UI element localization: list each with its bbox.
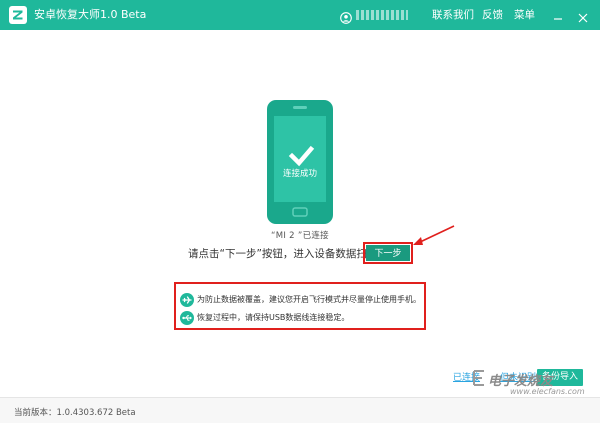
minimize-icon[interactable] xyxy=(552,9,564,21)
usb-icon xyxy=(180,311,194,325)
close-icon[interactable] xyxy=(577,9,589,23)
version-label: 当前版本：1.0.4303.672 Beta xyxy=(14,408,136,418)
device-status: “MI 2 ”已连接 xyxy=(271,231,329,241)
phone-connected-icon xyxy=(267,100,333,224)
user-avatar-icon[interactable] xyxy=(340,9,352,24)
username-blurred xyxy=(356,10,408,20)
watermark-url: www.elecfans.com xyxy=(510,387,585,396)
title-bar: 安卓恢复大师1.0 Beta 联系我们 反馈 菜单 xyxy=(0,0,600,30)
contact-us-link[interactable]: 联系我们 xyxy=(432,8,474,22)
red-arrow-icon xyxy=(412,224,456,248)
scan-instruction: 请点击“下一步”按钮，进入设备数据扫描 xyxy=(188,248,378,260)
tip-airplane-mode: 为防止数据被覆盖，建议您开启飞行模式并尽量停止使用手机。 xyxy=(197,295,421,304)
tip-usb-stable: 恢复过程中，请保持USB数据线连接稳定。 xyxy=(197,313,350,322)
feedback-link[interactable]: 反馈 xyxy=(482,8,503,22)
app-logo-icon xyxy=(9,6,27,24)
watermark-logo-icon xyxy=(471,369,487,391)
next-step-button[interactable]: 下一步 xyxy=(366,245,410,261)
menu-link[interactable]: 菜单 xyxy=(514,8,535,22)
app-title: 安卓恢复大师1.0 Beta xyxy=(34,8,147,21)
connection-success-label: 连接成功 xyxy=(282,169,317,179)
airplane-icon xyxy=(180,293,194,307)
